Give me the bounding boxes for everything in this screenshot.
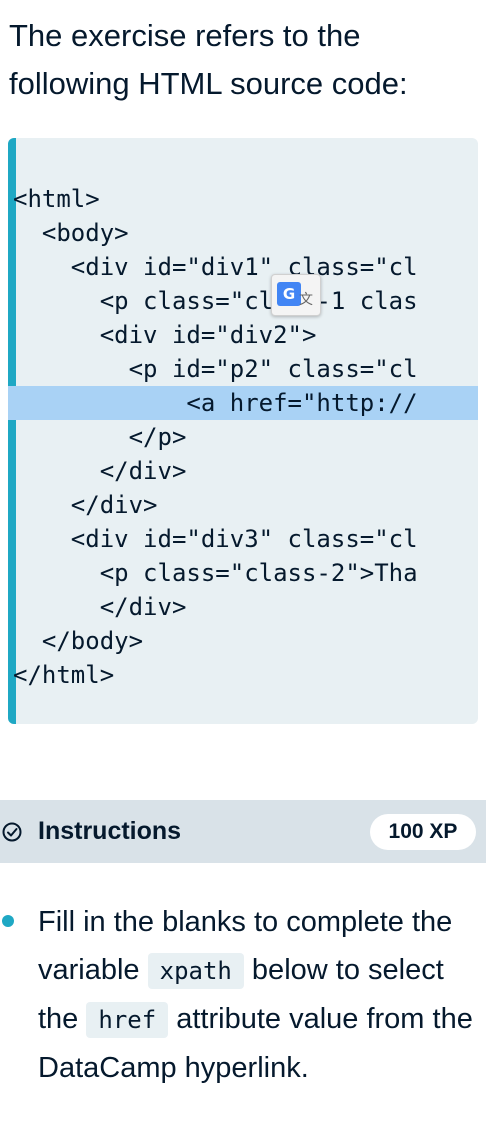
instructions-title: Instructions [38,817,182,845]
inline-code-xpath: xpath [147,953,244,989]
instructions-header: Instructions 100 XP [0,800,486,863]
check-circle-icon [2,822,22,842]
code-line: </body> [13,627,144,655]
code-line: </div> [13,593,187,621]
code-line: </p> [13,423,187,451]
translate-g-icon: G [277,282,301,306]
code-line: </html> [13,661,115,689]
code-line: <div id="div2"> [13,321,317,349]
code-block: <html> <body> <div id="div1" class="cl <… [8,138,478,724]
code-line: </div> [13,491,158,519]
code-line: <p class="class-1 clas [13,287,418,315]
code-line: <html> [13,185,100,213]
translate-mark-icon: 文 [299,292,313,308]
code-line: <body> [13,219,129,247]
google-translate-icon[interactable]: G 文 [271,274,321,316]
code-line: <p id="p2" class="cl [13,355,418,383]
code-line: <div id="div3" class="cl [13,525,418,553]
instruction-item: Fill in the blanks to complete the varia… [38,898,483,1092]
code-line: </div> [13,457,187,485]
code-line: <p class="class-2">Tha [13,559,418,587]
bullet-dot [2,915,14,927]
exercise-intro: The exercise refers to the following HTM… [9,18,408,101]
code-lines: <html> <body> <div id="div1" class="cl <… [8,182,478,692]
inline-code-href: href [86,1002,169,1038]
code-line: <div id="div1" class="cl [13,253,418,281]
xp-badge: 100 XP [370,814,476,850]
code-line: <a href="http:// [8,386,478,420]
